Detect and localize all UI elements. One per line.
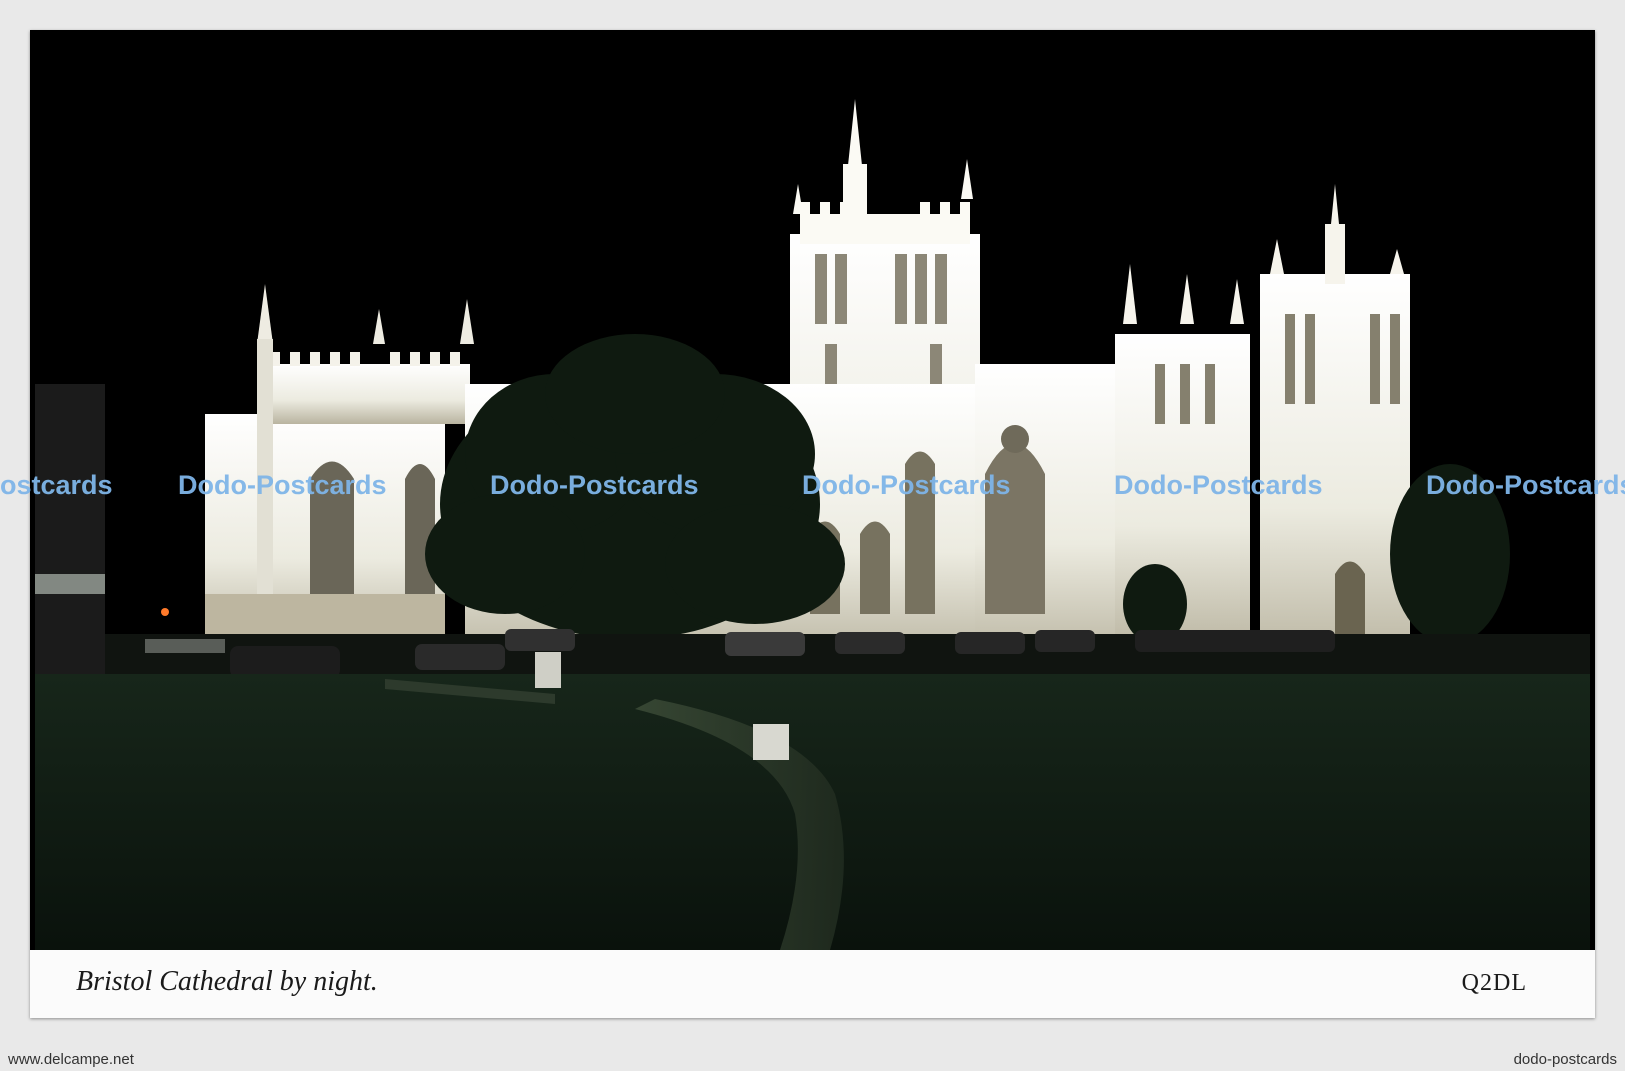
postcard-code: Q2DL [1461,970,1527,996]
footer-site-link[interactable]: www.delcampe.net [8,1051,134,1068]
cathedral-illustration [35,34,1590,950]
postcard: Bristol Cathedral by night. Q2DL [30,30,1595,1018]
cathedral-photo [35,34,1590,950]
caption-strip: Bristol Cathedral by night. Q2DL [30,950,1595,1018]
footer-seller-name: dodo-postcards [1513,1051,1617,1068]
caption-title: Bristol Cathedral by night. [76,966,378,997]
